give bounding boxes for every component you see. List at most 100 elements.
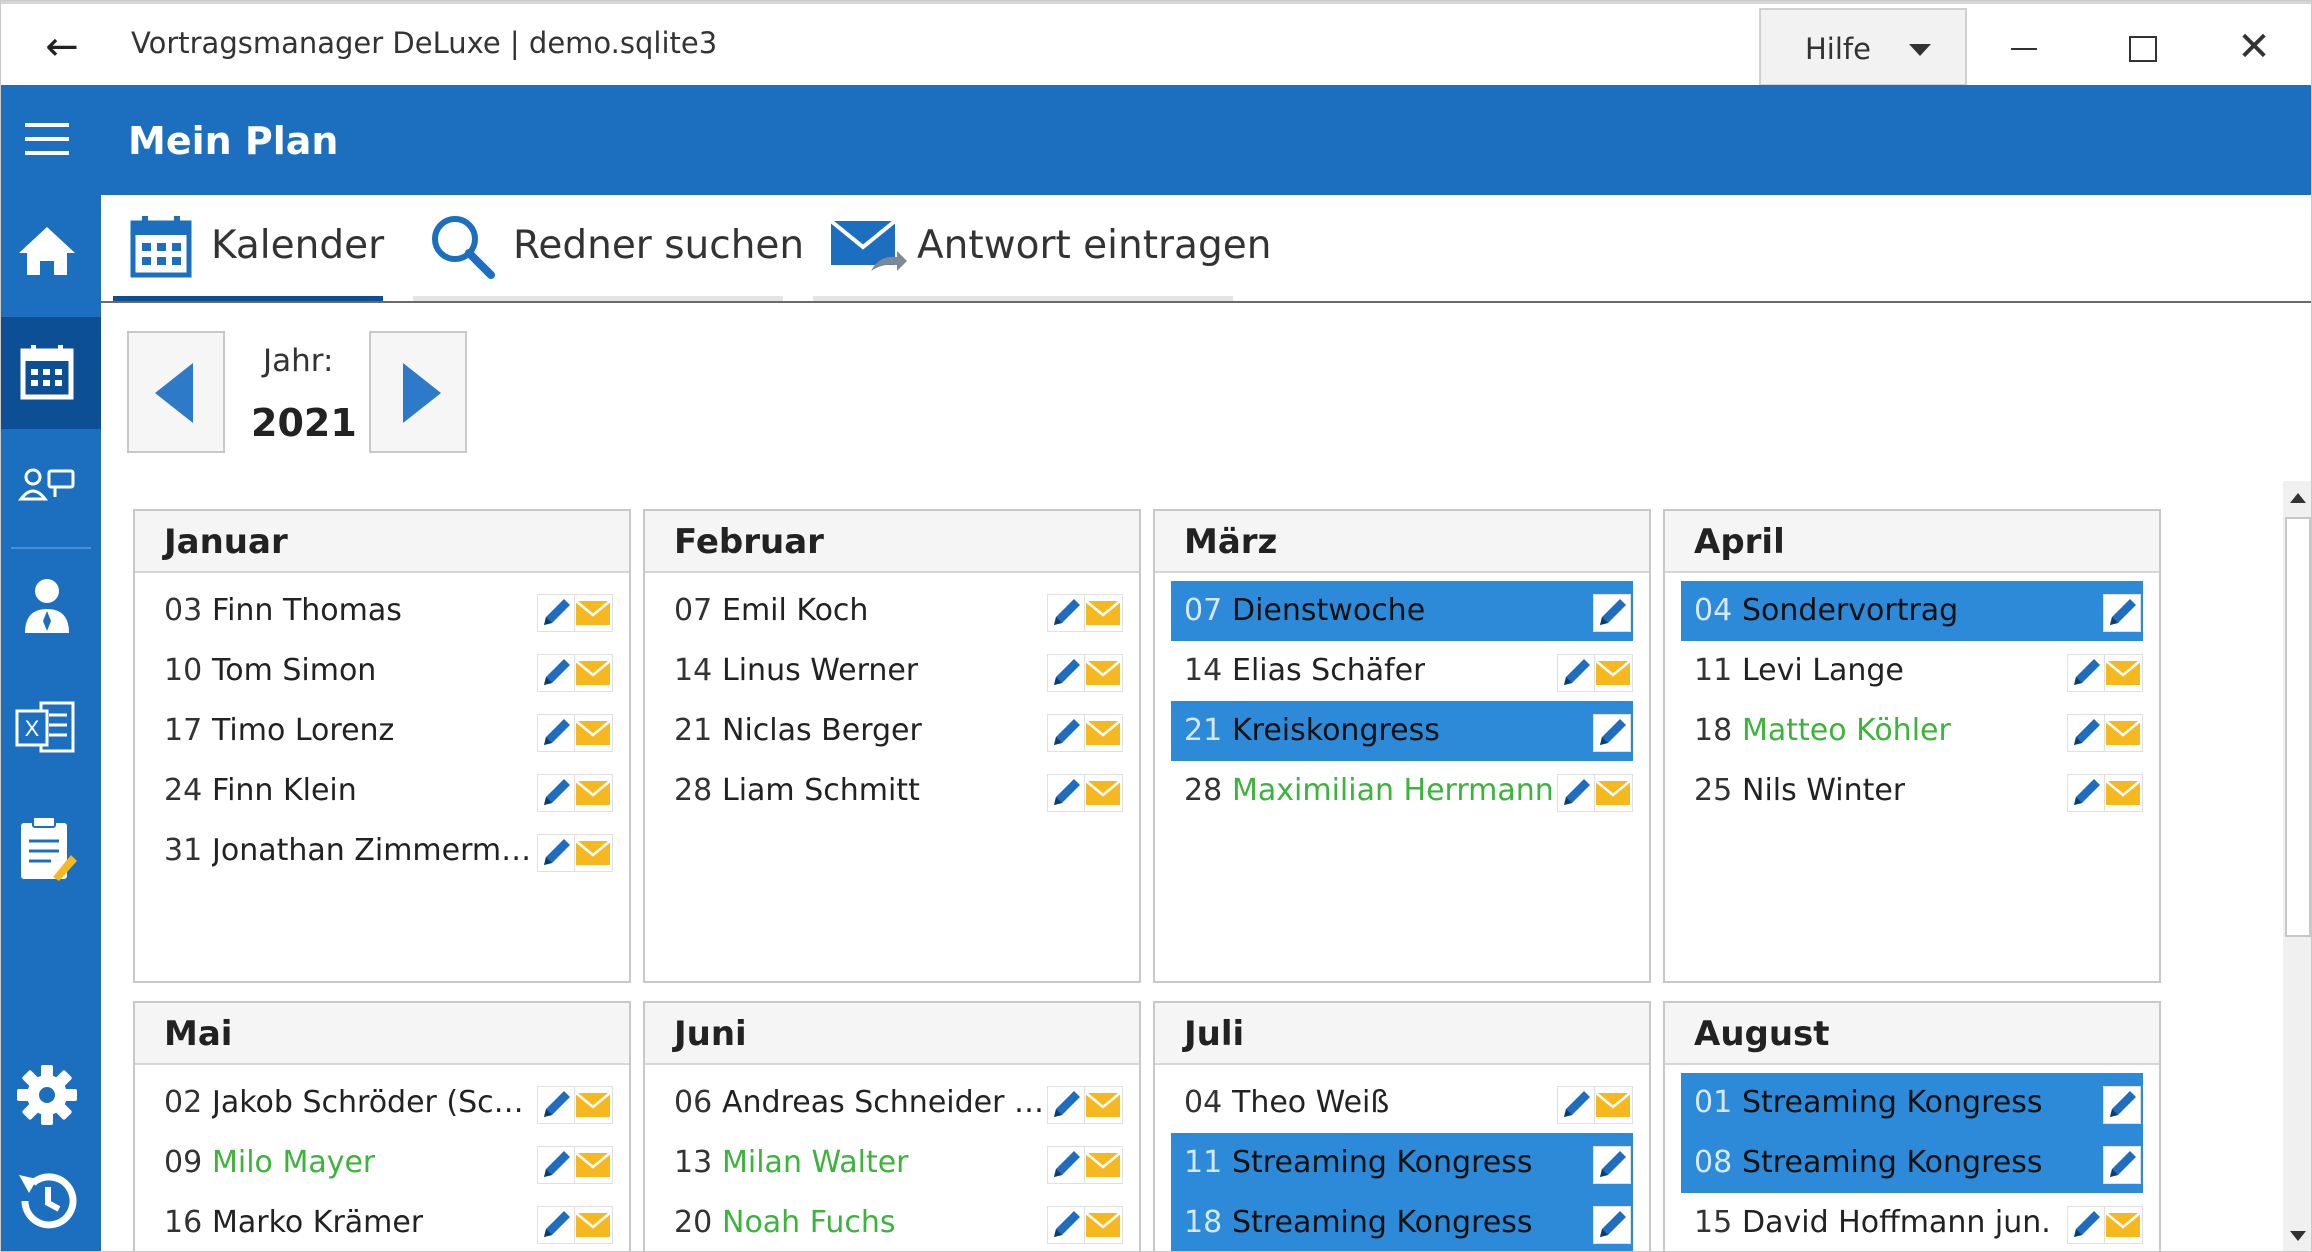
- mail-icon[interactable]: [2103, 774, 2143, 812]
- mail-icon[interactable]: [1083, 714, 1123, 752]
- edit-pencil-icon[interactable]: [537, 1086, 575, 1124]
- close-button[interactable]: ✕: [2199, 8, 2309, 86]
- edit-pencil-icon[interactable]: [1593, 594, 1631, 632]
- sidebar-item-person[interactable]: [1, 551, 101, 663]
- edit-pencil-icon[interactable]: [1047, 774, 1085, 812]
- talk-row[interactable]: 17 Timo Lorenz: [151, 701, 613, 761]
- special-event-row[interactable]: 21 Kreiskongress: [1171, 701, 1633, 761]
- edit-pencil-icon[interactable]: [537, 774, 575, 812]
- special-event-row[interactable]: 08 Streaming Kongress: [1681, 1133, 2143, 1193]
- edit-pencil-icon[interactable]: [2103, 1146, 2141, 1184]
- talk-row[interactable]: 14 Elias Schäfer: [1171, 641, 1633, 701]
- edit-pencil-icon[interactable]: [1047, 1086, 1085, 1124]
- mail-icon[interactable]: [2103, 654, 2143, 692]
- talk-row[interactable]: 21 Niclas Berger: [661, 701, 1123, 761]
- talk-row[interactable]: 25 Nils Winter: [1681, 761, 2143, 821]
- mail-icon[interactable]: [573, 1206, 613, 1244]
- edit-pencil-icon[interactable]: [1593, 1146, 1631, 1184]
- talk-row[interactable]: 28 Liam Schmitt: [661, 761, 1123, 821]
- edit-pencil-icon[interactable]: [1047, 1146, 1085, 1184]
- edit-pencil-icon[interactable]: [2067, 714, 2105, 752]
- talk-row[interactable]: 07 Emil Koch: [661, 581, 1123, 641]
- edit-pencil-icon[interactable]: [1593, 714, 1631, 752]
- hamburger-menu-icon[interactable]: [25, 123, 69, 157]
- edit-pencil-icon[interactable]: [2103, 594, 2141, 632]
- talk-row[interactable]: 10 Tom Simon: [151, 641, 613, 701]
- talk-row[interactable]: 15 David Hoffmann jun.: [1681, 1193, 2143, 1251]
- mail-icon[interactable]: [2103, 714, 2143, 752]
- scroll-down-button[interactable]: [2283, 1221, 2311, 1251]
- mail-icon[interactable]: [1083, 1086, 1123, 1124]
- edit-pencil-icon[interactable]: [2067, 654, 2105, 692]
- sidebar-item-clipboard[interactable]: [1, 793, 101, 905]
- special-event-row[interactable]: 01 Streaming Kongress: [1681, 1073, 2143, 1133]
- mail-icon[interactable]: [1593, 1086, 1633, 1124]
- mail-icon[interactable]: [1083, 774, 1123, 812]
- scroll-up-button[interactable]: [2283, 481, 2311, 515]
- talk-row[interactable]: 28 Maximilian Herrmann: [1171, 761, 1633, 821]
- vertical-scrollbar[interactable]: [2283, 481, 2311, 1251]
- help-dropdown[interactable]: Hilfe: [1759, 8, 1967, 86]
- tab-calendar[interactable]: Kalender: [113, 195, 395, 301]
- sidebar-item-history[interactable]: [1, 1145, 101, 1251]
- talk-row[interactable]: 04 Theo Weiß: [1171, 1073, 1633, 1133]
- talk-row[interactable]: 11 Levi Lange: [1681, 641, 2143, 701]
- edit-pencil-icon[interactable]: [537, 594, 575, 632]
- edit-pencil-icon[interactable]: [1557, 654, 1595, 692]
- special-event-row[interactable]: 07 Dienstwoche: [1171, 581, 1633, 641]
- edit-pencil-icon[interactable]: [1593, 1206, 1631, 1244]
- sidebar-item-excel[interactable]: X: [1, 671, 101, 783]
- mail-icon[interactable]: [573, 654, 613, 692]
- mail-icon[interactable]: [1083, 1206, 1123, 1244]
- special-event-row[interactable]: 11 Streaming Kongress: [1171, 1133, 1633, 1193]
- mail-icon[interactable]: [573, 774, 613, 812]
- previous-year-button[interactable]: [127, 331, 225, 453]
- edit-pencil-icon[interactable]: [2103, 1086, 2141, 1124]
- back-arrow-icon[interactable]: ←: [37, 22, 87, 72]
- maximize-button[interactable]: [2087, 8, 2197, 86]
- edit-pencil-icon[interactable]: [537, 1146, 575, 1184]
- edit-pencil-icon[interactable]: [537, 714, 575, 752]
- edit-pencil-icon[interactable]: [1047, 714, 1085, 752]
- mail-icon[interactable]: [573, 1086, 613, 1124]
- talk-row[interactable]: 13 Milan Walter: [661, 1133, 1123, 1193]
- sidebar-item-settings[interactable]: [1, 1039, 101, 1151]
- special-event-row[interactable]: 04 Sondervortrag: [1681, 581, 2143, 641]
- talk-row[interactable]: 09 Milo Mayer: [151, 1133, 613, 1193]
- mail-icon[interactable]: [573, 594, 613, 632]
- edit-pencil-icon[interactable]: [1557, 1086, 1595, 1124]
- edit-pencil-icon[interactable]: [2067, 1206, 2105, 1244]
- mail-icon[interactable]: [1083, 654, 1123, 692]
- edit-pencil-icon[interactable]: [1047, 594, 1085, 632]
- talk-row[interactable]: 14 Linus Werner: [661, 641, 1123, 701]
- mail-icon[interactable]: [573, 834, 613, 872]
- talk-row[interactable]: 24 Finn Klein: [151, 761, 613, 821]
- mail-icon[interactable]: [573, 714, 613, 752]
- mail-icon[interactable]: [1593, 774, 1633, 812]
- talk-row[interactable]: 31 Jonathan Zimmermann: [151, 821, 613, 881]
- tab-speaker-search[interactable]: Redner suchen: [413, 195, 804, 301]
- edit-pencil-icon[interactable]: [1557, 774, 1595, 812]
- tab-enter-reply[interactable]: Antwort eintragen: [813, 195, 1271, 301]
- edit-pencil-icon[interactable]: [537, 834, 575, 872]
- talk-row[interactable]: 02 Jakob Schröder (Schne...: [151, 1073, 613, 1133]
- next-year-button[interactable]: [369, 331, 467, 453]
- talk-row[interactable]: 03 Finn Thomas: [151, 581, 613, 641]
- talk-row[interactable]: 06 Andreas Schneider jun.: [661, 1073, 1123, 1133]
- mail-icon[interactable]: [1083, 1146, 1123, 1184]
- mail-icon[interactable]: [2103, 1206, 2143, 1244]
- sidebar-item-home[interactable]: [1, 195, 101, 307]
- minimize-button[interactable]: [1971, 8, 2081, 86]
- edit-pencil-icon[interactable]: [1047, 1206, 1085, 1244]
- edit-pencil-icon[interactable]: [2067, 774, 2105, 812]
- talk-row[interactable]: 18 Matteo Köhler: [1681, 701, 2143, 761]
- mail-icon[interactable]: [573, 1146, 613, 1184]
- edit-pencil-icon[interactable]: [537, 1206, 575, 1244]
- scroll-thumb[interactable]: [2285, 517, 2311, 937]
- talk-row[interactable]: 16 Marko Krämer: [151, 1193, 613, 1251]
- mail-icon[interactable]: [1593, 654, 1633, 692]
- talk-row[interactable]: 20 Noah Fuchs: [661, 1193, 1123, 1251]
- sidebar-item-calendar[interactable]: [1, 317, 101, 429]
- mail-icon[interactable]: [1083, 594, 1123, 632]
- edit-pencil-icon[interactable]: [537, 654, 575, 692]
